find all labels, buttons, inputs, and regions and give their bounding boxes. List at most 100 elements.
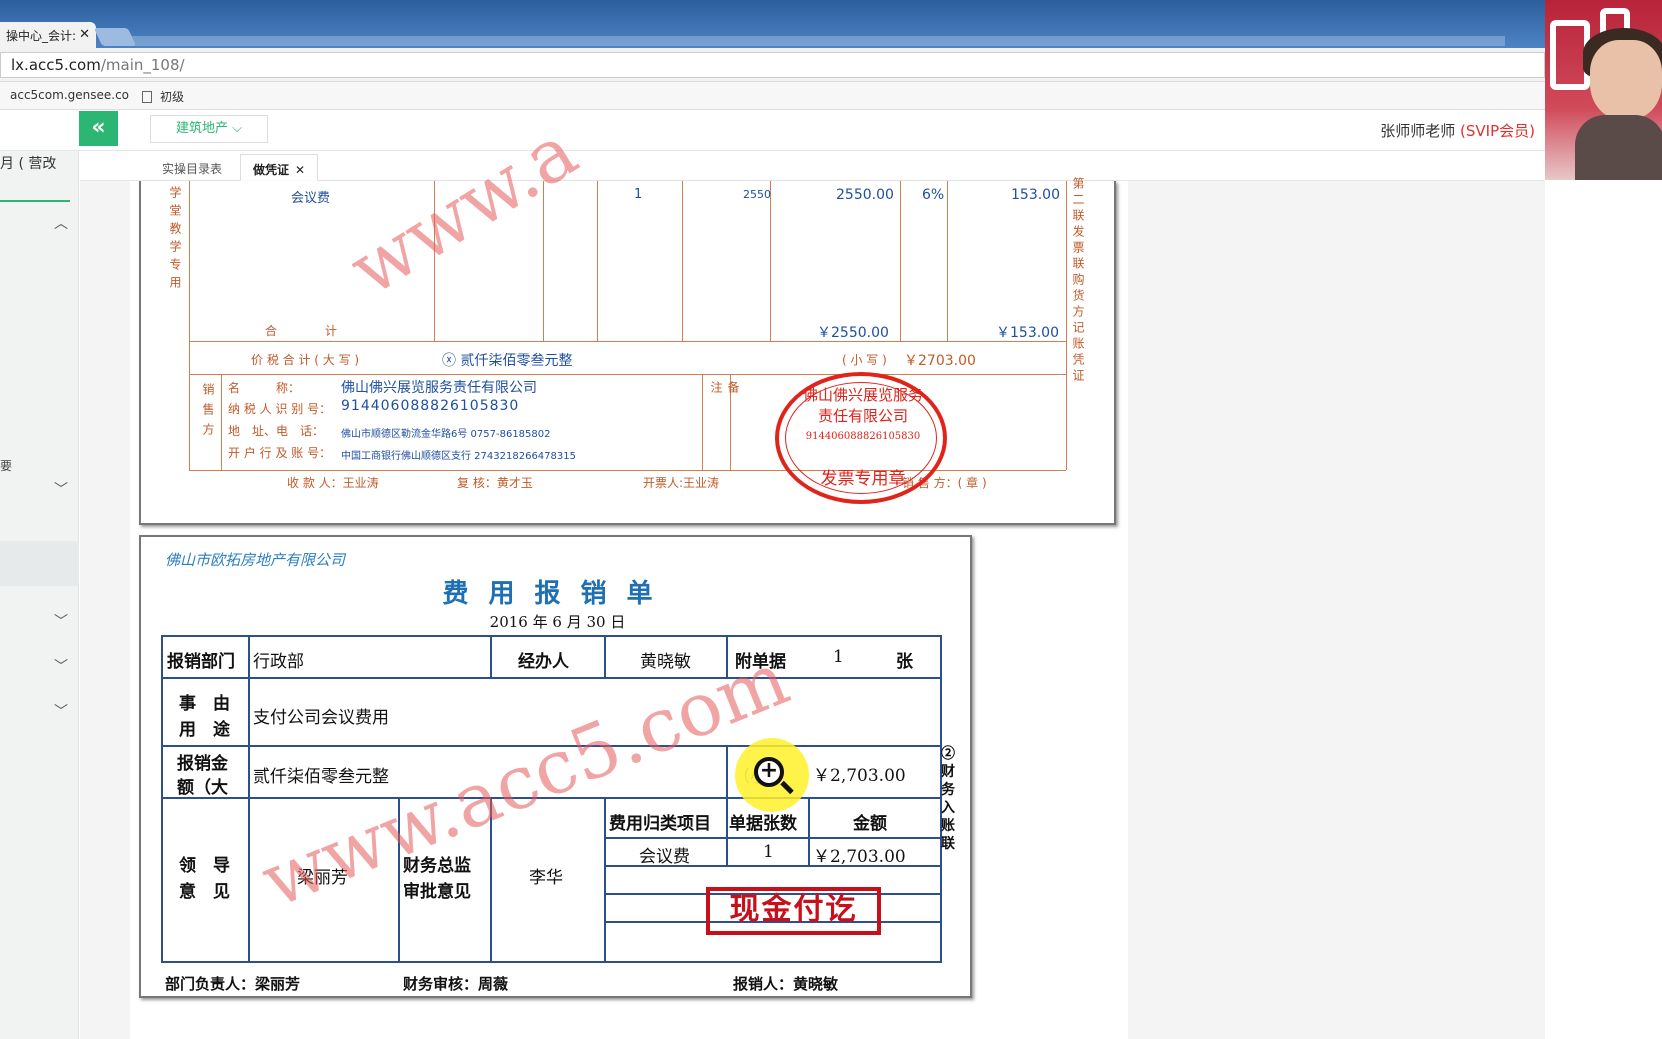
double-chevron-left-icon: «	[91, 115, 106, 140]
expense-date: 2016 年 6 月 30 日	[489, 613, 626, 631]
grid-line	[189, 181, 190, 470]
seal-company: 佛山佛兴展览服务责任有限公司	[802, 386, 923, 425]
grid-line	[189, 341, 1066, 342]
grid-line	[808, 797, 810, 865]
close-icon[interactable]: ✕	[79, 27, 90, 42]
seller-addr-label: 地 址、电 话：	[228, 424, 325, 438]
issuer: 开票人:王业涛	[643, 476, 720, 490]
seller-bank-label: 开 户 行 及 账 号：	[228, 446, 332, 460]
attachments-count: 1	[833, 647, 844, 667]
amount-lower: ￥2,703.00	[813, 766, 906, 786]
grid-line	[597, 181, 598, 341]
chevron-up-icon[interactable]: ︿	[54, 213, 68, 233]
collapse-sidebar-button[interactable]: «	[79, 111, 118, 146]
price-tax-total-label: 价 税 合 计 ( 大 写 )	[251, 353, 360, 367]
grid-line	[490, 637, 492, 677]
grid-line	[604, 837, 940, 839]
expense-side-label: ②财务入账联	[941, 746, 955, 852]
remark-label: 备 注	[709, 381, 740, 495]
chevron-down-icon[interactable]: ﹀	[54, 479, 68, 499]
grid-line	[248, 637, 250, 961]
bookmark-chuji[interactable]: 初级	[142, 88, 184, 105]
chevron-down-icon[interactable]: ﹀	[54, 656, 68, 676]
grid-line	[163, 677, 940, 679]
browser-tab-title: 操中心_会计:	[6, 29, 77, 43]
sidebar-item-yao[interactable]: 要	[0, 457, 12, 474]
tab-directory[interactable]: 实操目录表	[150, 154, 234, 181]
item-name: 会议费	[291, 191, 331, 206]
bookmarks-bar: acc5com.gensee.co 初级	[0, 82, 1545, 110]
item-tax-rate: 6%	[922, 187, 945, 203]
cfo-label-2: 审批意见	[403, 882, 471, 902]
expense-company: 佛山市欧拓房地产有限公司	[165, 551, 346, 569]
sidebar-active-line	[0, 200, 70, 202]
cross-circle-icon: ⓧ	[442, 353, 461, 369]
grid-line	[726, 745, 728, 797]
handler-value: 黄晓敏	[640, 652, 691, 672]
grid-line	[604, 797, 606, 961]
dept-label: 报销部门	[167, 652, 235, 672]
sidebar-highlight-item[interactable]	[0, 541, 79, 586]
url-path: /main_108/	[100, 56, 185, 74]
grid-line	[726, 797, 728, 865]
grid-line	[189, 374, 1066, 375]
item-unit-price: 2550	[743, 188, 771, 201]
presenter-face	[1590, 40, 1662, 120]
amount-upper: 贰仟柒佰零叁元整	[253, 767, 389, 787]
page-icon	[142, 91, 152, 103]
bookmark-gensee[interactable]: acc5com.gensee.co	[10, 88, 129, 102]
seller-taxid-label: 纳 税 人 识 别 号：	[228, 402, 332, 416]
price-tax-total-lower-label: ( 小 写 )	[842, 353, 887, 367]
foot-dept-head: 部门负责人：梁丽芳	[165, 975, 301, 993]
amount-label-2: 额（大	[177, 778, 228, 798]
chevron-down-icon[interactable]: ﹀	[54, 611, 68, 631]
seller-addr: 佛山市顺德区勒流金华路6号 0757-86185802	[341, 429, 551, 440]
reviewer: 复 核：黄才玉	[457, 476, 533, 490]
leader-label-1: 领 导	[179, 856, 230, 876]
total-label: 合 计	[265, 324, 338, 338]
seller-bank: 中国工商银行佛山顺德区支行 2743218266478315	[341, 451, 576, 462]
industry-select-value: 建筑地产	[175, 121, 228, 136]
grid-line	[947, 181, 948, 341]
row-item: 会议费	[639, 847, 690, 867]
row-amount: ￥2,703.00	[813, 847, 906, 867]
foot-finance-review: 财务审核：周薇	[403, 975, 509, 993]
leader-label-2: 意 见	[179, 882, 230, 902]
dept-value: 行政部	[253, 652, 304, 672]
vat-invoice: 学堂教学专用 会议费 1 2550 2550.00 6% 153.00 第二联发…	[139, 177, 1116, 525]
sidebar-title[interactable]: 月 ( 营改	[0, 153, 56, 173]
col-count: 单据张数	[729, 814, 797, 834]
seal-taxid: 914406088826105830	[805, 431, 921, 442]
chevron-down-icon[interactable]: ﹀	[54, 701, 68, 721]
bookmark-chuji-label: 初级	[160, 90, 185, 104]
invoice-right-label: 第二联发票联购货方记账凭证	[1071, 177, 1085, 385]
invoice-left-label: 学堂教学专用	[168, 186, 182, 294]
item-amount: 2550.00	[836, 187, 894, 203]
content-gutter	[80, 181, 130, 1039]
page-tabs: 实操目录表 做凭证 ✕	[80, 151, 1545, 181]
industry-select[interactable]: 建筑地产 ⌵	[150, 115, 268, 143]
payee: 收 款 人：王业涛	[287, 476, 379, 490]
total-tax: ￥153.00	[996, 325, 1059, 341]
col-item: 费用归类项目	[609, 814, 711, 834]
seller-taxid: 914406088826105830	[341, 398, 520, 414]
seal-type: 发票专用章	[820, 469, 906, 489]
browser-tab[interactable]: 操中心_会计: ✕	[0, 22, 96, 48]
grid-line	[682, 181, 683, 341]
price-tax-total-lower: ￥2703.00	[904, 353, 976, 369]
app-header: « 建筑地产 ⌵ 张师师老师 (SVIP会员)	[0, 110, 1545, 151]
browser-tab-strip: 操中心_会计: ✕	[0, 0, 1545, 48]
close-icon[interactable]: ✕	[295, 163, 305, 177]
user-info[interactable]: 张师师老师 (SVIP会员)	[1380, 120, 1535, 141]
tab-voucher[interactable]: 做凭证 ✕	[240, 154, 319, 181]
expense-title: 费用报销单	[442, 579, 673, 609]
url-field[interactable]: lx.acc5.com/main_108/	[0, 52, 1545, 78]
right-empty-area	[1128, 181, 1545, 1039]
purpose-value: 支付公司会议费用	[253, 708, 389, 728]
handler-label: 经办人	[518, 652, 569, 672]
col-amount: 金额	[853, 814, 887, 834]
seller-name-label: 名 称：	[228, 381, 301, 395]
new-tab-button[interactable]	[93, 28, 137, 46]
row-count: 1	[763, 842, 774, 862]
zoom-in-icon[interactable]: +	[754, 757, 784, 787]
